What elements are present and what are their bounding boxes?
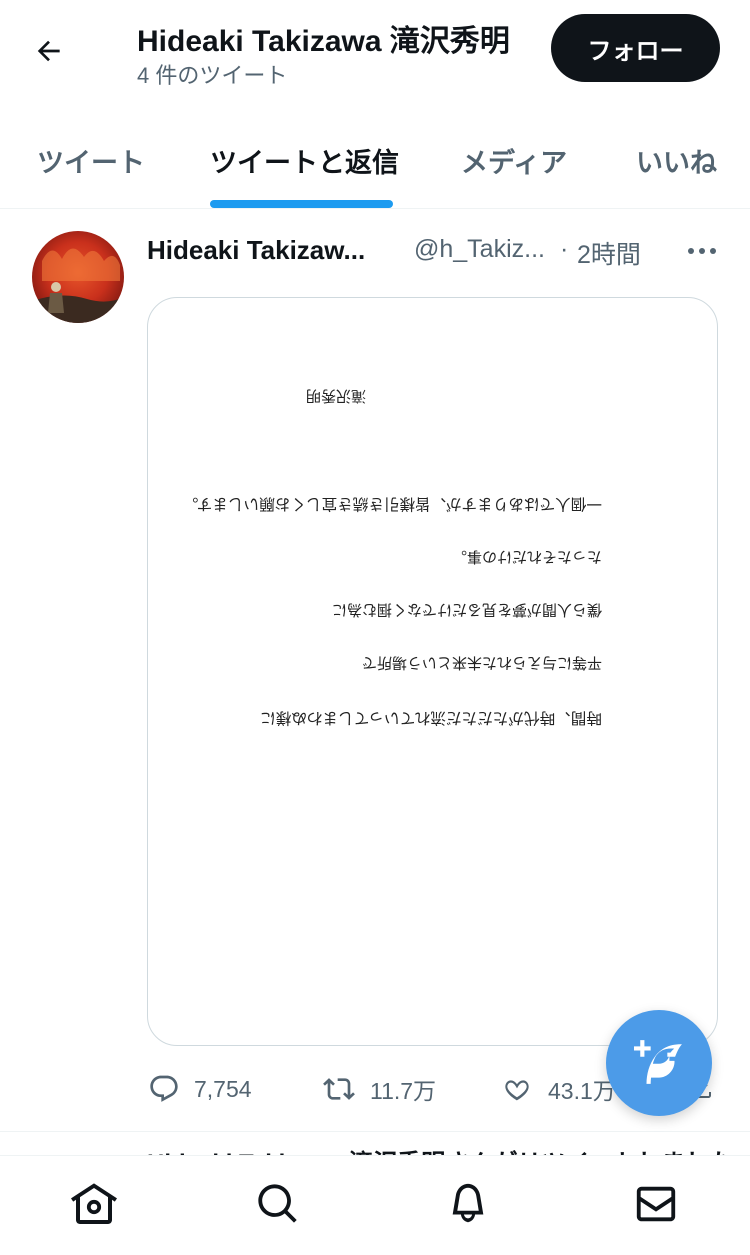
tab-likes[interactable]: いいね: [636, 112, 717, 208]
letter-line: 平等に与えられた未来という場所で: [361, 654, 602, 672]
more-button[interactable]: [682, 239, 722, 263]
tweet-media-image[interactable]: 時間、時代がただただ流れていってしまわぬ様に 平等に与えられた未来という場所で …: [147, 297, 718, 1046]
letter-line: 時間、時代がただただ流れていってしまわぬ様に: [260, 709, 602, 727]
reply-count: 7,754: [194, 1075, 252, 1102]
active-tab-indicator: [210, 200, 393, 208]
tab-tweets[interactable]: ツイート: [37, 112, 145, 208]
nav-messages[interactable]: [626, 1174, 686, 1234]
follow-button[interactable]: フォロー: [551, 14, 720, 82]
letter-line: 僕ら人間が夢を見るだけでなく掴む為に: [331, 601, 602, 619]
like-button[interactable]: 43.1万: [500, 1067, 616, 1111]
tweet-count: 4 件のツイート: [137, 63, 288, 88]
tweet-timestamp[interactable]: 2時間: [577, 235, 641, 271]
tweet-author-handle[interactable]: @h_Takiz...: [414, 235, 545, 264]
letter-line: 一個人ではありますが、皆様引き続き宜しくお願いします。: [182, 495, 602, 513]
separator-dot: ·: [560, 235, 569, 263]
profile-title: Hideaki Takizawa 滝沢秀明: [137, 25, 510, 58]
compose-tweet-icon: [634, 1040, 682, 1084]
search-icon: [258, 1184, 297, 1223]
reply-button[interactable]: 7,754: [148, 1067, 252, 1111]
retweet-count: 11.7万: [370, 1078, 437, 1104]
profile-tabs: ツイート ツイートと返信 メディア いいね: [0, 112, 750, 209]
reply-icon: [150, 1075, 178, 1102]
letter-signature: 滝沢秀明: [305, 387, 366, 405]
avatar[interactable]: [32, 231, 124, 323]
back-button[interactable]: [22, 24, 76, 78]
nav-notifications[interactable]: [438, 1174, 498, 1234]
home-icon: [71, 1183, 117, 1224]
heart-icon: [505, 1080, 529, 1101]
tab-media[interactable]: メディア: [461, 112, 567, 208]
tweet[interactable]: Hideaki Takizaw... @h_Takiz... · 2時間 時間、…: [0, 209, 750, 1132]
profile-header: Hideaki Takizawa 滝沢秀明 4 件のツイート フォロー: [0, 0, 750, 112]
more-icon: [688, 248, 716, 254]
bell-icon: [452, 1183, 484, 1223]
tweet-author-name[interactable]: Hideaki Takizaw...: [147, 235, 365, 266]
retweet-icon: [323, 1078, 355, 1100]
bottom-nav: [0, 1155, 750, 1255]
compose-tweet-button[interactable]: [606, 1010, 712, 1116]
letter-image: 時間、時代がただただ流れていってしまわぬ様に 平等に与えられた未来という場所で …: [148, 298, 717, 1045]
mail-icon: [636, 1186, 676, 1222]
like-count: 43.1万: [548, 1078, 616, 1104]
nav-search[interactable]: [248, 1174, 308, 1234]
tab-tweets-and-replies[interactable]: ツイートと返信: [210, 112, 399, 208]
letter-line: たったそれだけの事。: [451, 548, 602, 566]
retweet-button[interactable]: 11.7万: [322, 1067, 436, 1111]
arrow-left-icon: [37, 40, 60, 62]
nav-home[interactable]: [64, 1174, 124, 1234]
